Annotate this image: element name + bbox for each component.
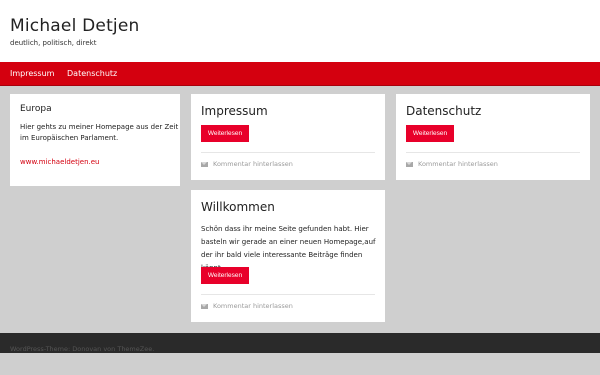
comment-label: Kommentar hinterlassen	[418, 160, 498, 168]
read-more-button[interactable]: Weiterlesen	[406, 125, 454, 142]
comment-link[interactable]: Kommentar hinterlassen	[406, 160, 498, 168]
divider	[406, 152, 580, 153]
site-description: deutlich, politisch, direkt	[10, 39, 97, 47]
mail-icon	[406, 161, 413, 167]
comment-label: Kommentar hinterlassen	[213, 302, 293, 310]
comment-link[interactable]: Kommentar hinterlassen	[201, 160, 293, 168]
comment-label: Kommentar hinterlassen	[213, 160, 293, 168]
read-more-button[interactable]: Weiterlesen	[201, 267, 249, 284]
post-title[interactable]: Datenschutz	[406, 104, 481, 118]
site-footer: WordPress-Theme: Donovan von ThemeZee.	[0, 333, 600, 353]
post-title[interactable]: Willkommen	[201, 200, 275, 214]
post-title[interactable]: Impressum	[201, 104, 268, 118]
mail-icon	[201, 161, 208, 167]
divider	[201, 152, 375, 153]
divider	[201, 294, 375, 295]
sidebar-widget-europa: Europa Hier gehts zu meiner Homepage aus…	[10, 94, 180, 186]
site-title[interactable]: Michael Detjen	[10, 16, 140, 36]
main-navigation: Impressum Datenschutz	[0, 62, 600, 86]
nav-item-datenschutz[interactable]: Datenschutz	[67, 69, 117, 78]
post-card-datenschutz: Datenschutz Weiterlesen Kommentar hinter…	[396, 94, 590, 180]
footer-credit[interactable]: WordPress-Theme: Donovan von ThemeZee.	[10, 345, 154, 353]
post-card-willkommen: Willkommen Schön dass ihr meine Seite ge…	[191, 190, 385, 322]
widget-link[interactable]: www.michaeldetjen.eu	[20, 158, 100, 166]
post-card-impressum: Impressum Weiterlesen Kommentar hinterla…	[191, 94, 385, 180]
widget-text: Hier gehts zu meiner Homepage aus der Ze…	[20, 123, 179, 142]
site-header: Michael Detjen deutlich, politisch, dire…	[0, 0, 600, 62]
read-more-button[interactable]: Weiterlesen	[201, 125, 249, 142]
nav-item-impressum[interactable]: Impressum	[10, 69, 54, 78]
widget-title: Europa	[20, 104, 52, 114]
mail-icon	[201, 303, 208, 309]
comment-link[interactable]: Kommentar hinterlassen	[201, 302, 293, 310]
